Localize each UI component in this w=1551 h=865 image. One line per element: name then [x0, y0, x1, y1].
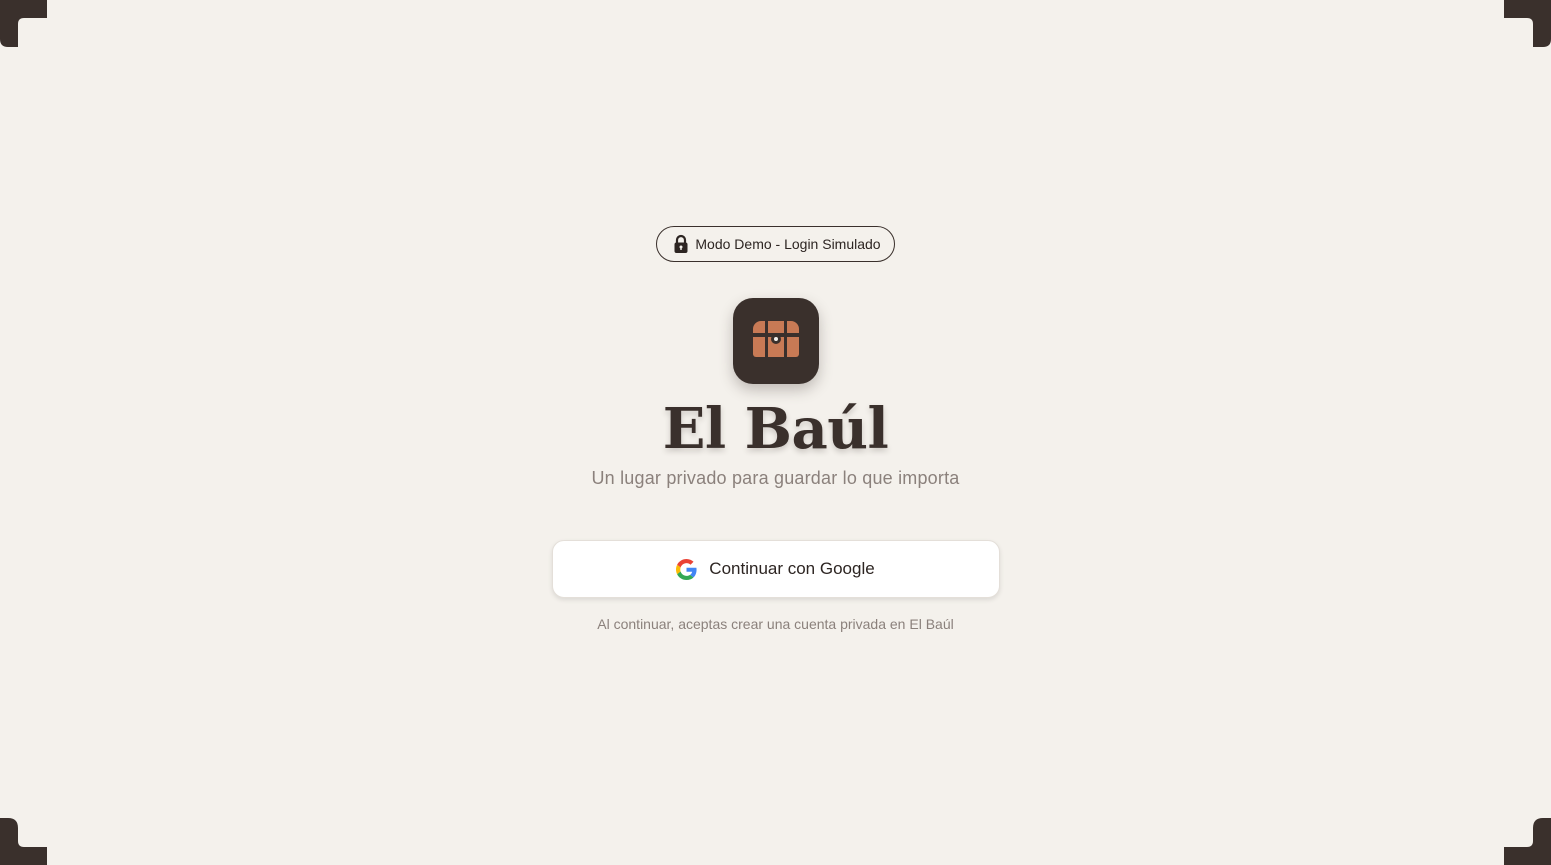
app-title: El Baúl — [662, 396, 889, 462]
app-subtitle: Un lugar privado para guardar lo que imp… — [591, 468, 960, 488]
login-page: Modo Demo - Login Simulado El Baúl Un lu… — [0, 0, 1551, 865]
demo-mode-label: Modo Demo - Login Simulado — [695, 236, 881, 252]
continue-with-google-button[interactable]: Continuar con Google — [551, 540, 1000, 598]
lock-icon — [673, 234, 689, 254]
treasure-chest-icon — [750, 319, 802, 364]
terms-notice: Al continuar, aceptas crear una cuenta p… — [597, 616, 954, 632]
google-icon — [676, 558, 697, 580]
corner-decoration-bottom-right — [1504, 818, 1551, 865]
corner-decoration-top-right — [1504, 0, 1551, 47]
login-panel: Modo Demo - Login Simulado El Baúl Un lu… — [0, 226, 1551, 632]
google-button-label: Continuar con Google — [709, 559, 875, 578]
app-logo — [732, 298, 819, 384]
corner-decoration-top-left — [0, 0, 47, 47]
demo-mode-badge: Modo Demo - Login Simulado — [656, 226, 895, 262]
corner-decoration-bottom-left — [0, 818, 47, 865]
